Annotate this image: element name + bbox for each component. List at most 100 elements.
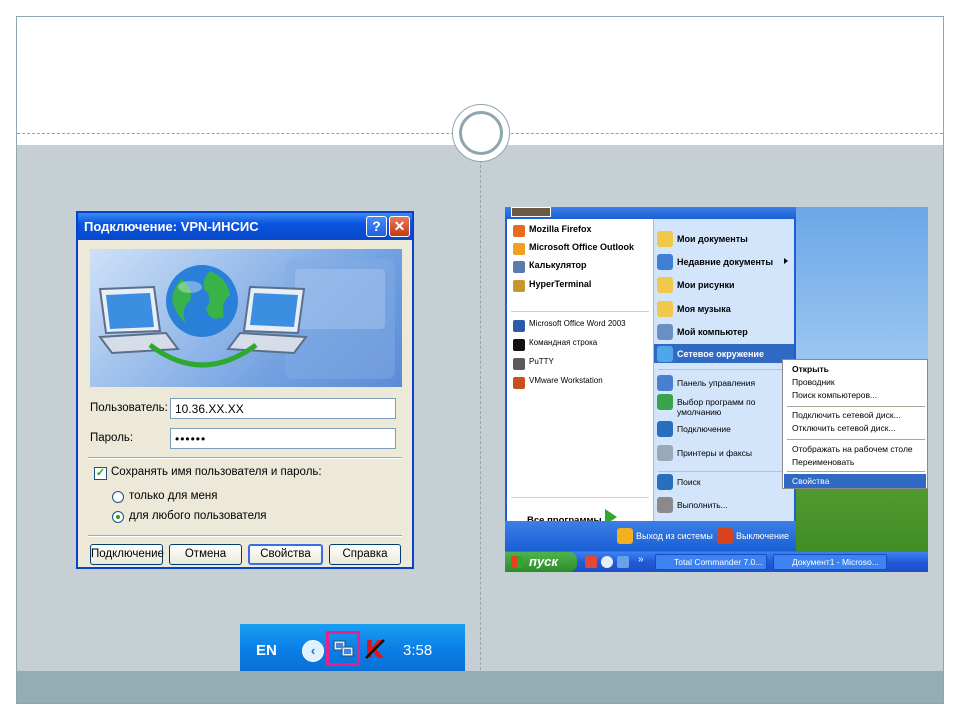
dialog-separator [88,457,402,459]
start-item-run[interactable]: Выполнить... [677,500,728,510]
context-menu: Открыть Проводник Поиск компьютеров... П… [782,359,928,489]
shutdown-icon [717,528,733,544]
firefox-icon [513,225,525,237]
radio-any-user-label: для любого пользователя [129,510,267,522]
my-music-icon [657,301,673,317]
help-button[interactable]: ? [366,216,387,237]
start-item-connect[interactable]: Подключение [677,424,731,434]
start-item-calculator[interactable]: Калькулятор [529,260,587,270]
ctx-separator [787,439,925,440]
cancel-button[interactable]: Отмена [169,544,242,565]
start-menu-footer: Выход из системы Выключение [505,521,796,551]
quicklaunch-chevron-icon[interactable]: » [638,554,644,565]
network-globe-icon [98,259,395,379]
quicklaunch-icon-3[interactable] [617,556,629,568]
properties-button[interactable]: Свойства [248,544,323,565]
start-item-my-music[interactable]: Моя музыка [677,304,731,314]
start-item-firefox[interactable]: Mozilla Firefox [529,224,592,234]
slide: Подключение: VPN-ИНСИС ? ✕ Пользователь:… [0,0,960,720]
my-pictures-icon [657,277,673,293]
radio-only-me-label: только для меня [129,490,218,502]
ctx-search-computers[interactable]: Поиск компьютеров... [792,390,877,400]
task-word-document-label: Документ1 - Microso... [792,557,879,567]
control-panel-icon [657,375,673,391]
ctx-separator [787,471,925,472]
footer-bar [17,671,943,703]
antivirus-icon[interactable] [364,638,386,660]
start-item-printers[interactable]: Принтеры и факсы [677,448,752,458]
dialog-separator-bottom [88,535,402,537]
ctx-properties[interactable]: Свойства [792,476,829,486]
start-item-my-documents[interactable]: Мои документы [677,234,748,244]
logoff-button[interactable]: Выход из системы [636,531,713,541]
windows-logo-icon [511,556,523,568]
task-word-document[interactable]: Документ1 - Microso... [773,554,887,570]
run-icon [657,497,673,513]
start-item-search[interactable]: Поиск [677,477,701,487]
start-item-network-places[interactable]: Сетевое окружение [677,349,764,359]
start-item-word[interactable]: Microsoft Office Word 2003 [529,319,626,328]
close-button[interactable]: ✕ [389,216,410,237]
my-documents-icon [657,231,673,247]
save-credentials-label: Сохранять имя пользователя и пароль: [111,466,322,478]
password-field[interactable]: •••••• [170,428,396,449]
network-places-icon [657,346,673,362]
outlook-icon [513,243,525,255]
ctx-explorer[interactable]: Проводник [792,377,835,387]
username-field[interactable]: 10.36.XX.XX [170,398,396,419]
decorative-ring [459,111,503,155]
right-pane-separator-1 [658,369,790,370]
my-computer-icon [657,324,673,340]
default-programs-icon [657,394,673,410]
start-item-putty[interactable]: PuTTY [529,357,554,366]
submenu-arrow-icon [784,258,788,264]
start-item-outlook[interactable]: Microsoft Office Outlook [529,242,634,252]
start-item-recent-documents[interactable]: Недавние документы [677,257,773,267]
network-banner-image [90,249,402,387]
search-icon [657,474,673,490]
connect-icon [657,421,673,437]
network-connections-icon[interactable] [333,638,355,660]
hyperterminal-icon [513,280,525,292]
left-pane-separator [511,311,649,312]
start-item-hyperterminal[interactable]: HyperTerminal [529,279,591,289]
password-label: Пароль: [90,432,134,444]
all-programs-separator [511,497,649,498]
shutdown-button[interactable]: Выключение [736,531,789,541]
taskbar: пуск » Total Commander 7.0... Документ1 … [505,552,928,572]
start-button[interactable]: пуск [505,552,577,572]
start-menu-screenshot: Все программы Mozilla FirefoxMicrosoft O… [505,207,928,572]
ctx-disconnect-drive[interactable]: Отключить сетевой диск... [792,423,896,433]
quicklaunch-icon-1[interactable] [585,556,597,568]
start-menu-header [505,207,796,219]
start-item-cmd[interactable]: Командная строка [529,338,597,347]
start-menu-left-pane: Все программы Mozilla FirefoxMicrosoft O… [505,219,653,526]
radio-only-me[interactable] [112,491,124,503]
radio-any-user[interactable] [112,511,124,523]
quicklaunch-icon-2[interactable] [601,556,613,568]
connect-button[interactable]: Подключение [90,544,164,565]
ctx-show-desktop[interactable]: Отображать на рабочем столе [792,444,913,454]
printers-icon [657,445,673,461]
start-item-vmware[interactable]: VMware Workstation [529,376,603,385]
clock[interactable]: 3:58 [403,642,432,659]
user-label: Пользователь: [90,402,168,414]
task-total-commander-label: Total Commander 7.0... [674,557,763,567]
logoff-icon [617,528,633,544]
user-avatar [511,207,551,217]
show-hidden-icons-button[interactable]: ‹ [302,640,324,662]
start-item-my-pictures[interactable]: Мои рисунки [677,280,735,290]
language-indicator[interactable]: EN [256,642,277,659]
help-dialog-button[interactable]: Справка [329,544,401,565]
recent-documents-icon [657,254,673,270]
task-total-commander[interactable]: Total Commander 7.0... [655,554,767,570]
save-credentials-checkbox[interactable]: ✓ [94,467,107,480]
right-pane-separator-2 [658,471,790,472]
start-item-default-programs[interactable]: Выбор программ по умолчанию [677,397,757,417]
ctx-open[interactable]: Открыть [792,364,829,374]
start-item-control-panel[interactable]: Панель управления [677,378,755,388]
vmware-icon [513,377,525,389]
ctx-rename[interactable]: Переименовать [792,457,854,467]
ctx-map-drive[interactable]: Подключить сетевой диск... [792,410,901,420]
start-item-my-computer[interactable]: Мой компьютер [677,327,748,337]
